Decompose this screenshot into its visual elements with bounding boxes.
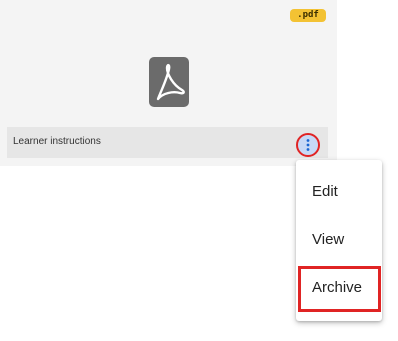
menu-item-view[interactable]: View: [296, 216, 382, 264]
file-type-badge: .pdf: [290, 9, 326, 22]
kebab-highlight-ring: [296, 133, 320, 157]
card-title: Learner instructions: [13, 136, 101, 147]
menu-item-edit[interactable]: Edit: [296, 168, 382, 216]
card-footer: Learner instructions: [7, 127, 328, 158]
resource-card[interactable]: .pdf Learner instructions: [0, 0, 337, 166]
pdf-file-icon: [149, 57, 189, 107]
archive-highlight-box: [298, 266, 381, 312]
